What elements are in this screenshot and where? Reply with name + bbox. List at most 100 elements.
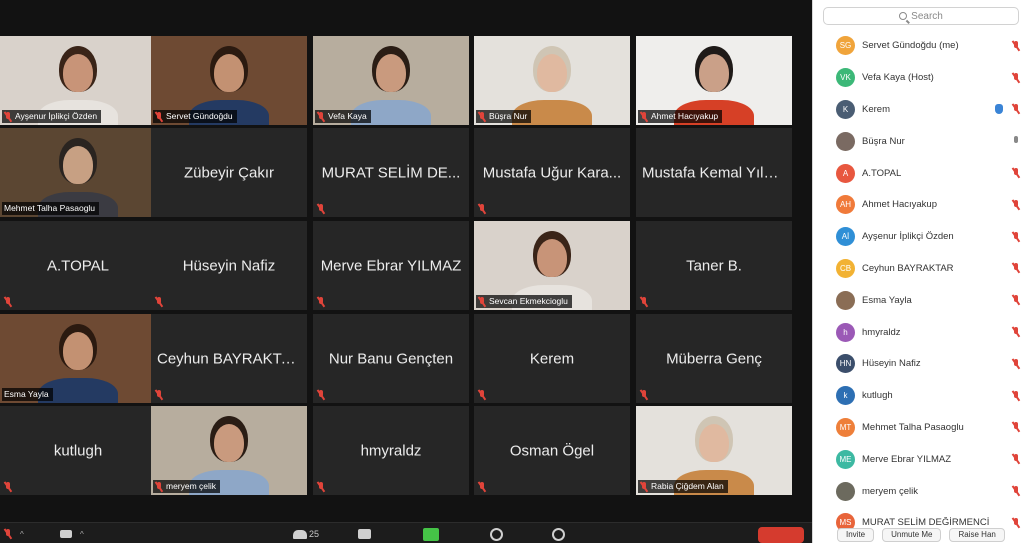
video-tile[interactable]: Nur Banu Gençten xyxy=(313,314,469,403)
mic-off-icon[interactable] xyxy=(1011,294,1021,306)
participant-name: hmyraldz xyxy=(360,442,422,459)
participant-name: meryem çelik xyxy=(862,485,918,497)
share-screen-button[interactable] xyxy=(423,526,439,542)
video-tile[interactable]: Müberra Genç xyxy=(636,314,792,403)
video-tile[interactable]: Osman Ögel xyxy=(474,406,630,495)
video-tile[interactable]: Vefa Kaya xyxy=(313,36,469,125)
raised-hand-icon xyxy=(995,104,1003,115)
video-tile[interactable]: kutlugh xyxy=(0,406,156,495)
mic-off-icon[interactable] xyxy=(1011,390,1021,402)
participant-name: Ayşenur İplikçi Özden xyxy=(15,111,98,121)
participant-row[interactable]: Esma Yayla xyxy=(813,284,1024,316)
video-tile[interactable]: Ceyhun BAYRAKTAR xyxy=(151,314,307,403)
participant-row[interactable]: VK Vefa Kaya (Host) xyxy=(813,62,1024,94)
participant-row[interactable]: ME Merve Ebrar YILMAZ xyxy=(813,443,1024,475)
video-tile[interactable]: Ayşenur İplikçi Özden xyxy=(0,36,156,125)
participant-row[interactable]: k kutlugh xyxy=(813,380,1024,412)
participant-video-face xyxy=(63,54,93,92)
chat-icon xyxy=(358,529,371,539)
chevron-up-icon[interactable]: ^ xyxy=(80,530,84,539)
reactions-button[interactable] xyxy=(552,526,565,542)
video-tile[interactable]: hmyraldz xyxy=(313,406,469,495)
participant-row[interactable]: HN Hüseyin Nafiz xyxy=(813,348,1024,380)
participant-video-face xyxy=(699,424,729,462)
participant-row[interactable]: Aİ Ayşenur İplikçi Özden xyxy=(813,221,1024,253)
video-tile[interactable]: Mustafa Uğur Kara... xyxy=(474,128,630,217)
chevron-up-icon[interactable]: ^ xyxy=(20,530,24,539)
participant-name: Merve Ebrar YILMAZ xyxy=(320,257,462,274)
participant-name: Esma Yayla xyxy=(862,294,912,306)
video-tile[interactable]: Kerem xyxy=(474,314,630,403)
participant-row[interactable]: CB Ceyhun BAYRAKTAR xyxy=(813,253,1024,285)
mic-off-icon[interactable] xyxy=(1011,326,1021,338)
participant-row[interactable]: meryem çelik xyxy=(813,475,1024,507)
participants-count: 25 xyxy=(309,529,320,539)
unmute-me-button[interactable]: Unmute Me xyxy=(882,528,942,542)
participant-name-tag: Ahmet Hacıyakup xyxy=(638,110,723,123)
participant-name-tag: Mehmet Talha Pasaoglu xyxy=(2,202,100,215)
stop-video-button[interactable]: ^ xyxy=(60,526,84,542)
avatar: h xyxy=(836,322,855,342)
video-tile[interactable]: Taner B. xyxy=(636,221,792,310)
mic-off-icon[interactable] xyxy=(1011,199,1021,211)
participant-name-tag: Ayşenur İplikçi Özden xyxy=(2,110,102,123)
video-tile[interactable]: MURAT SELİM DE... xyxy=(313,128,469,217)
mic-off-icon[interactable] xyxy=(1011,72,1021,84)
participant-name: hmyraldz xyxy=(862,326,901,338)
participant-name-tag: Büşra Nur xyxy=(476,110,532,123)
mic-off-icon[interactable] xyxy=(1011,453,1021,465)
participant-row[interactable]: Büşra Nur xyxy=(813,125,1024,157)
participant-name: Müberra Genç xyxy=(666,350,762,367)
mic-off-icon[interactable] xyxy=(1011,231,1021,243)
video-tile[interactable]: Sevcan Ekmekcioglu xyxy=(474,221,630,310)
participant-row[interactable]: h hmyraldz xyxy=(813,316,1024,348)
video-tile[interactable]: Ahmet Hacıyakup xyxy=(636,36,792,125)
leave-button[interactable] xyxy=(758,527,804,543)
mic-off-icon xyxy=(478,296,486,307)
mic-off-icon xyxy=(4,529,12,539)
record-button[interactable] xyxy=(490,526,503,542)
participant-name: A.TOPAL xyxy=(47,257,109,274)
participant-name: Ayşenur İplikçi Özden xyxy=(862,231,954,243)
participant-name: A.TOPAL xyxy=(862,167,902,179)
participants-button[interactable]: 25 xyxy=(293,526,319,542)
video-tile[interactable]: Esma Yayla xyxy=(0,314,156,403)
video-camera-icon xyxy=(60,530,72,538)
video-tile[interactable]: Büşra Nur xyxy=(474,36,630,125)
invite-button[interactable]: Invite xyxy=(837,528,875,542)
mic-off-icon[interactable] xyxy=(1011,103,1021,115)
video-tile[interactable]: Servet Gündoğdu xyxy=(151,36,307,125)
video-tile[interactable]: Rabia Çiğdem Alan xyxy=(636,406,792,495)
mic-off-icon[interactable] xyxy=(1011,167,1021,179)
search-input[interactable]: Search xyxy=(823,7,1019,25)
video-tile[interactable]: A.TOPAL xyxy=(0,221,156,310)
participant-video-face xyxy=(214,54,244,92)
mic-off-icon[interactable] xyxy=(1011,421,1021,433)
video-tile[interactable]: Mehmet Talha Pasaoglu xyxy=(0,128,156,217)
mic-off-icon xyxy=(478,111,486,122)
mic-off-icon[interactable] xyxy=(1011,40,1021,52)
video-tile[interactable]: Merve Ebrar YILMAZ xyxy=(313,221,469,310)
participant-video-face xyxy=(699,54,729,92)
video-tile[interactable]: Mustafa Kemal Yılmaz xyxy=(636,128,792,217)
mic-off-icon xyxy=(155,111,163,122)
participant-row[interactable]: K Kerem xyxy=(813,94,1024,126)
video-tile[interactable]: meryem çelik xyxy=(151,406,307,495)
participant-name: Ceyhun BAYRAKTAR xyxy=(862,262,954,274)
video-tile[interactable]: Hüseyin Nafiz xyxy=(151,221,307,310)
participant-row[interactable]: MT Mehmet Talha Pasaoglu xyxy=(813,412,1024,444)
mic-off-icon xyxy=(317,204,325,214)
mic-off-icon[interactable] xyxy=(1011,262,1021,274)
mic-off-icon[interactable] xyxy=(1011,358,1021,370)
video-tile[interactable]: Zübeyir Çakır xyxy=(151,128,307,217)
avatar xyxy=(836,290,855,310)
participant-row[interactable]: SG Servet Gündoğdu (me) xyxy=(813,30,1024,62)
mic-off-icon[interactable] xyxy=(1011,485,1021,497)
participant-row[interactable]: AH Ahmet Hacıyakup xyxy=(813,189,1024,221)
mic-icon[interactable] xyxy=(1011,135,1021,147)
mic-off-icon xyxy=(4,482,12,492)
chat-button[interactable] xyxy=(358,526,371,542)
participant-row[interactable]: A A.TOPAL xyxy=(813,157,1024,189)
raise-hand-button[interactable]: Raise Han xyxy=(949,528,1005,542)
mute-button[interactable]: ^ xyxy=(4,526,24,542)
